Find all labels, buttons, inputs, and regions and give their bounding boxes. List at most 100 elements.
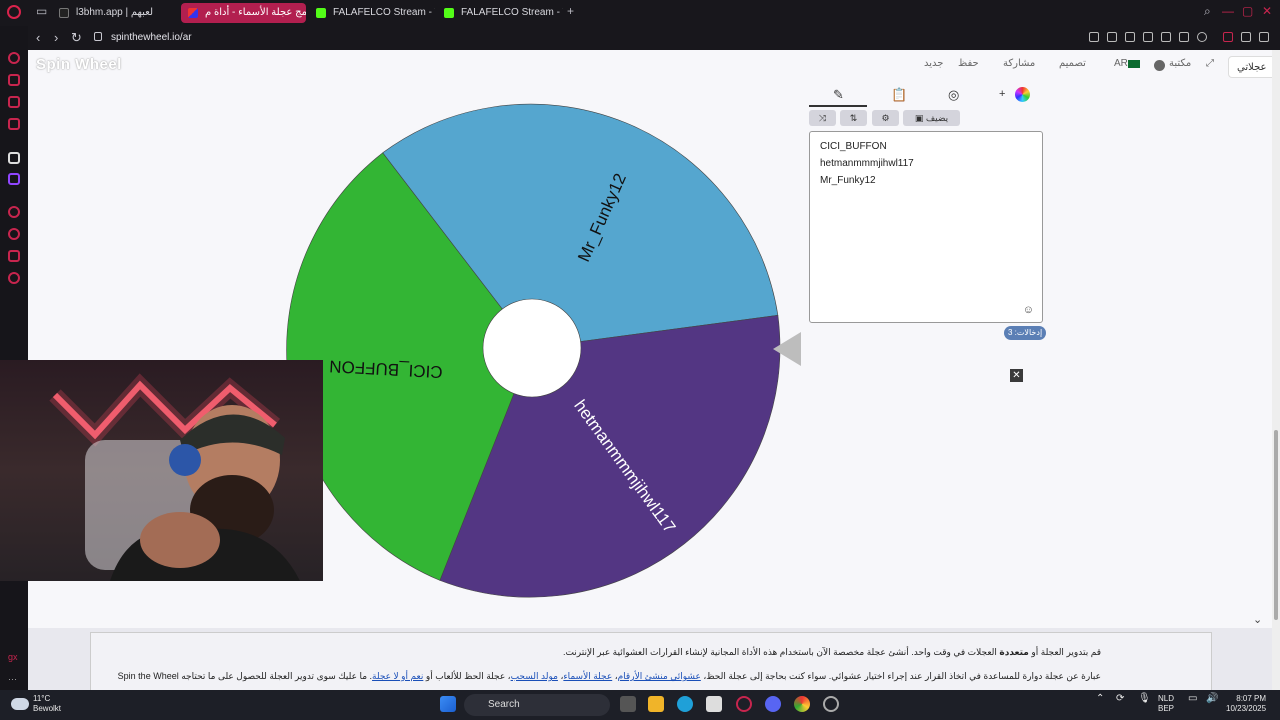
weather-cloud-icon: [11, 698, 29, 710]
mail-icon[interactable]: [8, 118, 20, 130]
draw-generator-link[interactable]: مولد السحب: [511, 671, 558, 681]
reader-icon[interactable]: [1089, 32, 1099, 42]
forward-icon[interactable]: ›: [54, 30, 58, 45]
windows-start-icon[interactable]: [440, 696, 456, 712]
discord-icon[interactable]: [765, 696, 781, 712]
add-wheel-plus[interactable]: +: [999, 88, 1005, 100]
new-tab-button[interactable]: +: [567, 4, 574, 18]
language-button[interactable]: AR: [1114, 58, 1128, 69]
entries-textarea[interactable]: CICI_BUFFON hetmanmmmjihwl117 Mr_Funky12…: [809, 131, 1043, 323]
more-icon[interactable]: ···: [8, 674, 20, 686]
tab-overview-icon[interactable]: ▭: [36, 4, 47, 18]
account-icon[interactable]: [1223, 32, 1233, 42]
wheel-pointer-icon: [773, 332, 801, 366]
shopping-icon[interactable]: [8, 74, 20, 86]
scrollbar-thumb[interactable]: [1274, 430, 1278, 620]
tab-favicon: [59, 8, 69, 18]
color-palette-icon[interactable]: [1015, 87, 1030, 102]
save-button[interactable]: حفظ: [958, 58, 979, 69]
play-icon[interactable]: [1179, 32, 1189, 42]
aria-icon[interactable]: [8, 52, 20, 64]
tray-overflow-icon[interactable]: ⌃: [1096, 694, 1104, 704]
obs-icon[interactable]: [823, 696, 839, 712]
task-view-icon[interactable]: [620, 696, 636, 712]
maximize-icon[interactable]: ▢: [1242, 4, 1253, 18]
site-logo[interactable]: Spin Wheel: [36, 56, 122, 73]
music-icon[interactable]: [8, 152, 20, 164]
tab-kick-stream-1[interactable]: FALAFELCO Stream - Wat: [309, 3, 435, 23]
send-icon[interactable]: [8, 250, 20, 262]
webcam-feed: [49, 373, 300, 581]
share-button[interactable]: مشاركة: [1003, 58, 1035, 69]
fullscreen-icon[interactable]: ⤢: [1206, 58, 1214, 69]
design-button[interactable]: تصميم: [1059, 58, 1086, 69]
tab-l3bhm[interactable]: l3bhm.app | لعبهم: [52, 3, 180, 23]
description-line-1: قم بتدوير العجلة أو متعددة العجلات في وق…: [563, 647, 1101, 658]
shuffle-button[interactable]: ⤨: [809, 110, 836, 126]
snapshot-icon[interactable]: [1125, 32, 1135, 42]
history-icon[interactable]: [8, 228, 20, 240]
language-code: NLD: [1158, 694, 1175, 703]
names-wheel-link[interactable]: عجلة الأسماء: [563, 671, 612, 681]
new-button[interactable]: جديد: [924, 58, 943, 69]
chevron-down-icon[interactable]: ⌄: [1253, 613, 1262, 626]
entries-count-badge: إدخالات: 3: [1004, 326, 1047, 340]
text: ، عجلة الحظ للألعاب أو: [423, 671, 511, 681]
add-image-button[interactable]: ▣ يضيف: [903, 110, 960, 126]
random-number-link[interactable]: عشوائي منشئ الأرقام: [618, 671, 701, 681]
search-icon[interactable]: ⌕: [1204, 4, 1211, 19]
chrome-icon[interactable]: [794, 696, 810, 712]
volume-icon[interactable]: 🔊: [1206, 694, 1218, 704]
file-explorer-icon[interactable]: [648, 696, 664, 712]
heart-icon[interactable]: [1197, 32, 1207, 42]
results-clipboard-icon[interactable]: 📋: [891, 87, 907, 103]
tab-spinthewheel[interactable]: برنامج عجلة الأسماء - أداة م...: [181, 3, 306, 23]
text: قم بتدوير العجلة أو: [1028, 647, 1101, 657]
edge-icon[interactable]: [677, 696, 693, 712]
hide-eye-icon[interactable]: ◎: [948, 87, 959, 103]
spin-wheel[interactable]: Mr_Funky12 hetmanmmmjihwl117 CICI_BUFFON: [281, 97, 783, 599]
settings-gear-icon[interactable]: ⚙: [872, 110, 899, 126]
tray-app-icon[interactable]: ⟳: [1116, 694, 1124, 704]
twitch-icon[interactable]: [8, 173, 20, 185]
pin-icon[interactable]: [1107, 32, 1117, 42]
weather-widget[interactable]: 11°C Bewolkt: [33, 694, 61, 714]
opera-gx-icon[interactable]: [736, 696, 752, 712]
edit-pencil-icon[interactable]: ✎: [833, 87, 844, 103]
url-field[interactable]: spinthewheel.io/ar: [111, 32, 192, 43]
reload-icon[interactable]: ↻: [71, 30, 82, 46]
settings-icon[interactable]: [8, 272, 20, 284]
my-wheels-button[interactable]: عجلاتي: [1228, 56, 1272, 78]
menu-icon[interactable]: [1259, 32, 1269, 42]
language-indicator[interactable]: NLD BEP: [1158, 694, 1174, 714]
sort-button[interactable]: ⇅: [840, 110, 867, 126]
translate-icon[interactable]: [1161, 32, 1171, 42]
text-bold: متعددة: [999, 647, 1029, 657]
clock[interactable]: 8:07 PM 10/23/2025: [1226, 694, 1266, 714]
close-icon[interactable]: ✕: [1010, 369, 1023, 382]
wheel-center-hub[interactable]: [482, 298, 582, 398]
adblock-icon[interactable]: [1143, 32, 1153, 42]
emoji-icon[interactable]: ☺: [1023, 304, 1034, 316]
text: العجلات في وقت واحد. أنشئ عجلة مخصصة الآ…: [562, 647, 1000, 657]
opera-menu-icon[interactable]: [7, 5, 21, 19]
weather-status: Bewolkt: [33, 704, 62, 713]
panel-tabs: ✎ 📋 ◎ +: [809, 83, 1043, 107]
player-icon[interactable]: [8, 206, 20, 218]
library-button[interactable]: مكتبة: [1169, 58, 1191, 69]
lock-icon: [94, 32, 102, 41]
library-icon: [1154, 60, 1165, 71]
download-icon[interactable]: [1241, 32, 1251, 42]
network-icon[interactable]: ▭: [1188, 694, 1197, 704]
kick-icon: [316, 8, 326, 18]
back-icon[interactable]: ‹: [36, 30, 40, 45]
microphone-icon[interactable]: 🎙: [1138, 694, 1151, 704]
gx-icon[interactable]: gx: [8, 652, 20, 664]
tab-kick-stream-2[interactable]: FALAFELCO Stream - Wat: [437, 3, 563, 23]
taskbar-search[interactable]: Search: [464, 694, 610, 716]
yes-no-wheel-link[interactable]: نعم أو لا عجلة: [372, 671, 423, 681]
store-icon[interactable]: [706, 696, 722, 712]
messenger-icon[interactable]: [8, 96, 20, 108]
minimize-icon[interactable]: —: [1222, 4, 1234, 18]
close-window-icon[interactable]: ✕: [1262, 4, 1272, 18]
